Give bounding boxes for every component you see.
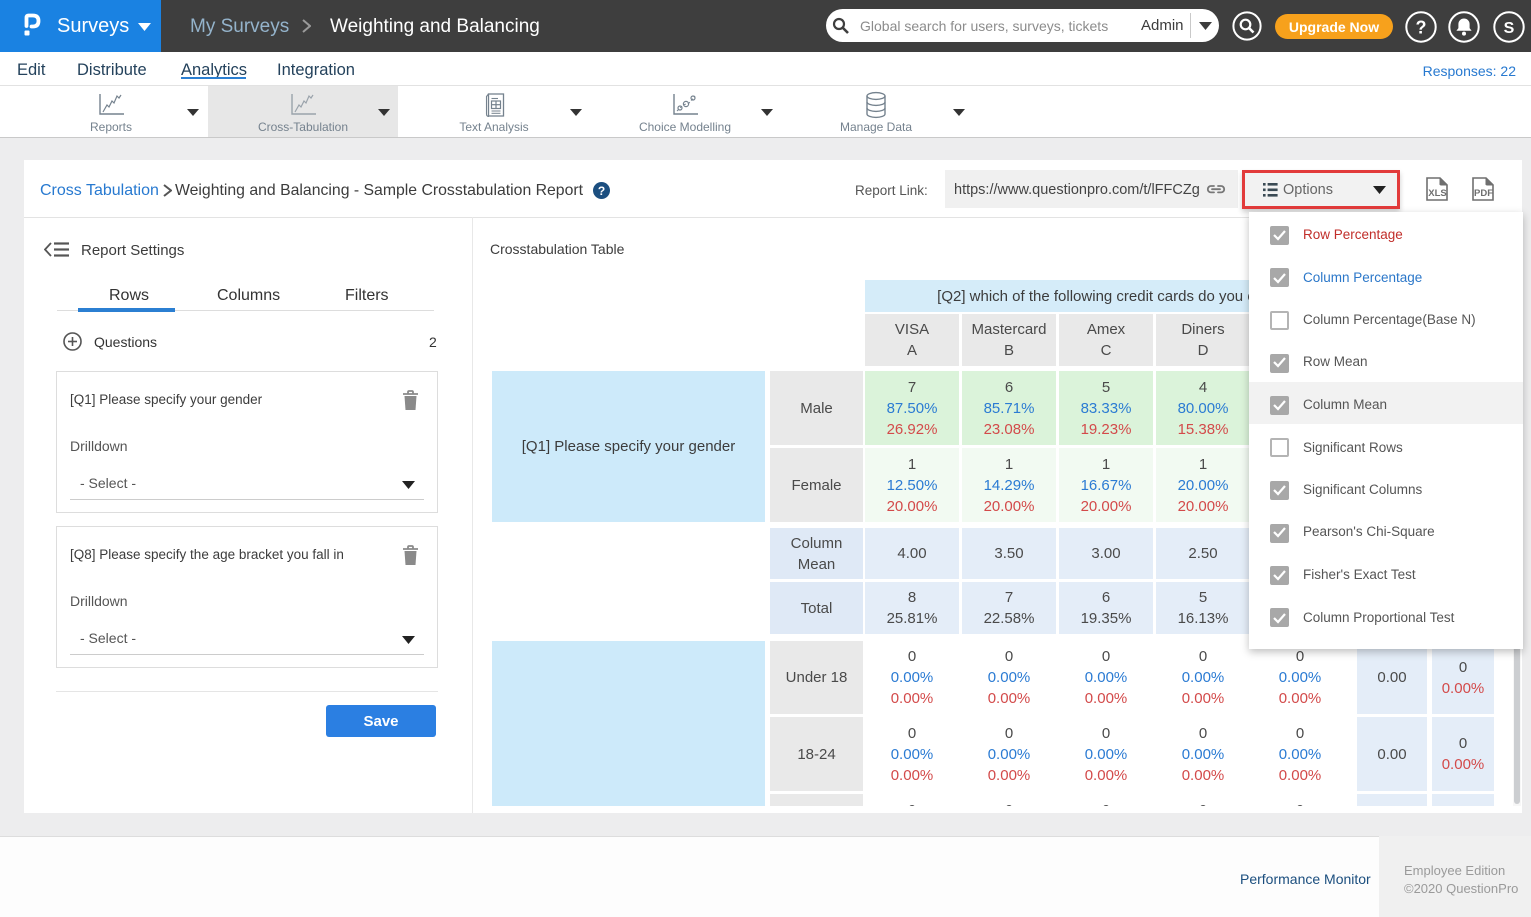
svg-text:?: ?: [1416, 18, 1427, 38]
svg-text:PDF: PDF: [1474, 188, 1493, 199]
svg-text:S: S: [1504, 20, 1515, 37]
svg-text:XLS: XLS: [1428, 188, 1446, 199]
